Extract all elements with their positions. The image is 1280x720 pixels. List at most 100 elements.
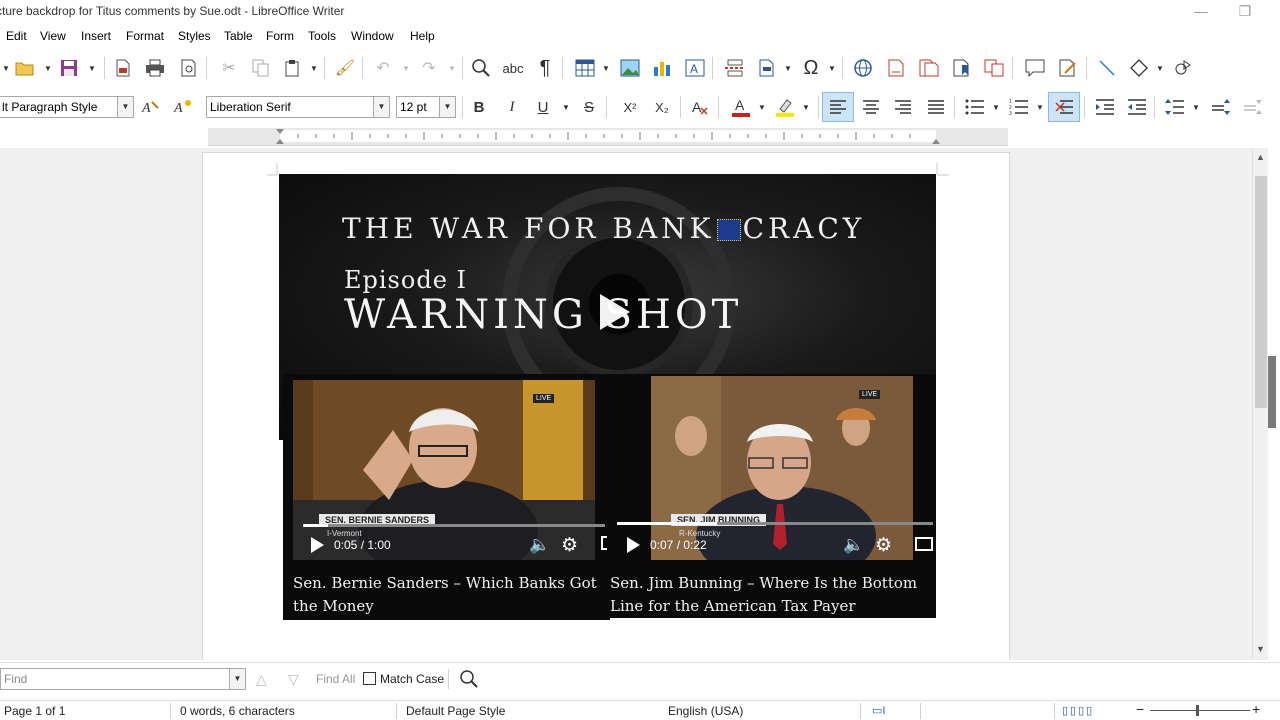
find-previous-icon[interactable]: △ (256, 671, 267, 688)
menu-form[interactable]: Form (266, 29, 294, 43)
print-icon[interactable] (144, 57, 166, 79)
field-dropdown[interactable]: ▼ (784, 57, 792, 79)
zoom-out-icon[interactable]: − (1136, 701, 1144, 717)
copy-icon[interactable] (250, 57, 272, 79)
find-replace-icon[interactable] (470, 57, 492, 79)
underline-dropdown[interactable]: ▼ (562, 96, 570, 118)
font-name-select[interactable]: Liberation Serif ▼ (206, 96, 390, 118)
insert-chart-icon[interactable] (651, 57, 673, 79)
chevron-down-icon[interactable]: ▼ (439, 97, 455, 117)
increase-indent-icon[interactable] (1094, 96, 1116, 118)
page-break-icon[interactable] (724, 57, 746, 79)
page-count[interactable]: Page 1 of 1 (4, 704, 65, 718)
fullscreen-icon[interactable] (915, 537, 933, 551)
endnote-icon[interactable] (918, 57, 940, 79)
line-spacing-icon[interactable] (1164, 96, 1186, 118)
ordered-list-icon[interactable]: 123 (1008, 96, 1030, 118)
highlight-dropdown[interactable]: ▼ (802, 96, 810, 118)
paste-icon[interactable] (282, 57, 304, 79)
play-icon[interactable] (627, 537, 640, 553)
sidebar-handle[interactable] (1268, 356, 1276, 428)
zoom-in-icon[interactable]: + (1252, 701, 1260, 717)
ordered-list-dropdown[interactable]: ▼ (1036, 96, 1044, 118)
find-replace-icon[interactable] (458, 668, 480, 693)
superscript-button[interactable]: X² (619, 96, 641, 118)
track-changes-icon[interactable] (1057, 57, 1079, 79)
clear-formatting-icon[interactable]: A (690, 96, 712, 118)
play-icon[interactable] (600, 294, 630, 330)
menu-styles[interactable]: Styles (178, 29, 211, 43)
redo-dropdown[interactable]: ▼ (448, 57, 456, 79)
insert-field-icon[interactable] (756, 57, 778, 79)
undo-icon[interactable]: ↶ (372, 57, 394, 79)
underline-button[interactable]: U (532, 96, 554, 118)
scroll-up-icon[interactable]: ▲ (1256, 152, 1265, 162)
menu-insert[interactable]: Insert (81, 29, 111, 43)
draw-functions-icon[interactable] (1173, 57, 1195, 79)
video-progress-bar[interactable] (303, 524, 605, 527)
zoom-slider-thumb[interactable] (1196, 705, 1199, 716)
cross-reference-icon[interactable] (983, 57, 1005, 79)
font-color-dropdown[interactable]: ▼ (758, 96, 766, 118)
menu-format[interactable]: Format (126, 29, 164, 43)
font-color-icon[interactable]: A (730, 96, 752, 118)
chevron-down-icon[interactable]: ▼ (373, 97, 389, 117)
formatting-marks-icon[interactable]: ¶ (534, 57, 556, 79)
spelling-icon[interactable]: abc (502, 57, 524, 79)
selection-mode-icon[interactable]: ▭I (872, 704, 885, 717)
decrease-paragraph-spacing-icon[interactable] (1242, 96, 1264, 118)
export-pdf-icon[interactable] (112, 57, 134, 79)
comment-icon[interactable] (1024, 57, 1046, 79)
open-folder-icon[interactable] (14, 57, 36, 79)
cut-icon[interactable]: ✂ (218, 57, 240, 79)
minimize-button[interactable]: — (1186, 2, 1216, 22)
menu-window[interactable]: Window (351, 29, 394, 43)
menu-table[interactable]: Table (224, 29, 253, 43)
undo-dropdown[interactable]: ▼ (402, 57, 410, 79)
vertical-scrollbar[interactable]: ▲ ▼ (1252, 148, 1268, 660)
increase-paragraph-spacing-icon[interactable] (1210, 96, 1232, 118)
insert-image-icon[interactable] (619, 57, 641, 79)
find-input[interactable]: Find ▼ (0, 668, 246, 690)
unordered-list-dropdown[interactable]: ▼ (992, 96, 1000, 118)
scroll-down-icon[interactable]: ▼ (1256, 644, 1265, 654)
restore-button[interactable]: ❐ (1230, 2, 1260, 22)
insert-table-icon[interactable] (574, 57, 596, 79)
menu-edit[interactable]: Edit (6, 29, 27, 43)
settings-gear-icon[interactable]: ⚙ (561, 534, 578, 557)
subscript-button[interactable]: X₂ (651, 96, 673, 118)
new-dropdown[interactable]: ▼ (2, 57, 10, 79)
hyperlink-icon[interactable] (852, 57, 874, 79)
match-case-checkbox[interactable] (363, 672, 376, 685)
paragraph-style-select[interactable]: lt Paragraph Style ▼ (0, 96, 134, 118)
insert-textbox-icon[interactable]: A (684, 57, 706, 79)
print-preview-icon[interactable] (178, 57, 200, 79)
view-layout-icon[interactable]: ▯▯▯▯ (1062, 704, 1094, 717)
line-icon[interactable] (1096, 57, 1118, 79)
table-dropdown[interactable]: ▼ (602, 57, 610, 79)
footnote-icon[interactable] (885, 57, 907, 79)
line-spacing-dropdown[interactable]: ▼ (1192, 96, 1200, 118)
new-style-icon[interactable]: A (172, 96, 194, 118)
find-next-icon[interactable]: ▽ (288, 671, 299, 688)
unordered-list-icon[interactable] (964, 96, 986, 118)
italic-button[interactable]: I (501, 96, 523, 118)
bookmark-icon[interactable] (951, 57, 973, 79)
menu-help[interactable]: Help (410, 29, 435, 43)
play-icon[interactable] (311, 537, 324, 553)
basic-shapes-icon[interactable] (1128, 57, 1150, 79)
align-center-button[interactable] (860, 96, 882, 118)
clone-formatting-icon[interactable]: 🖌 (334, 57, 356, 79)
zoom-slider[interactable] (1150, 710, 1250, 711)
menu-view[interactable]: View (40, 29, 66, 43)
word-count[interactable]: 0 words, 6 characters (180, 704, 295, 718)
open-dropdown[interactable]: ▼ (44, 57, 52, 79)
special-character-icon[interactable]: Ω (800, 57, 822, 79)
font-size-select[interactable]: 12 pt ▼ (396, 96, 456, 118)
bold-button[interactable]: B (468, 96, 490, 118)
highlight-color-icon[interactable] (774, 96, 796, 118)
chevron-down-icon[interactable]: ▼ (117, 97, 133, 117)
horizontal-ruler[interactable] (208, 128, 1008, 146)
save-dropdown[interactable]: ▼ (88, 57, 96, 79)
save-icon[interactable] (58, 57, 80, 79)
